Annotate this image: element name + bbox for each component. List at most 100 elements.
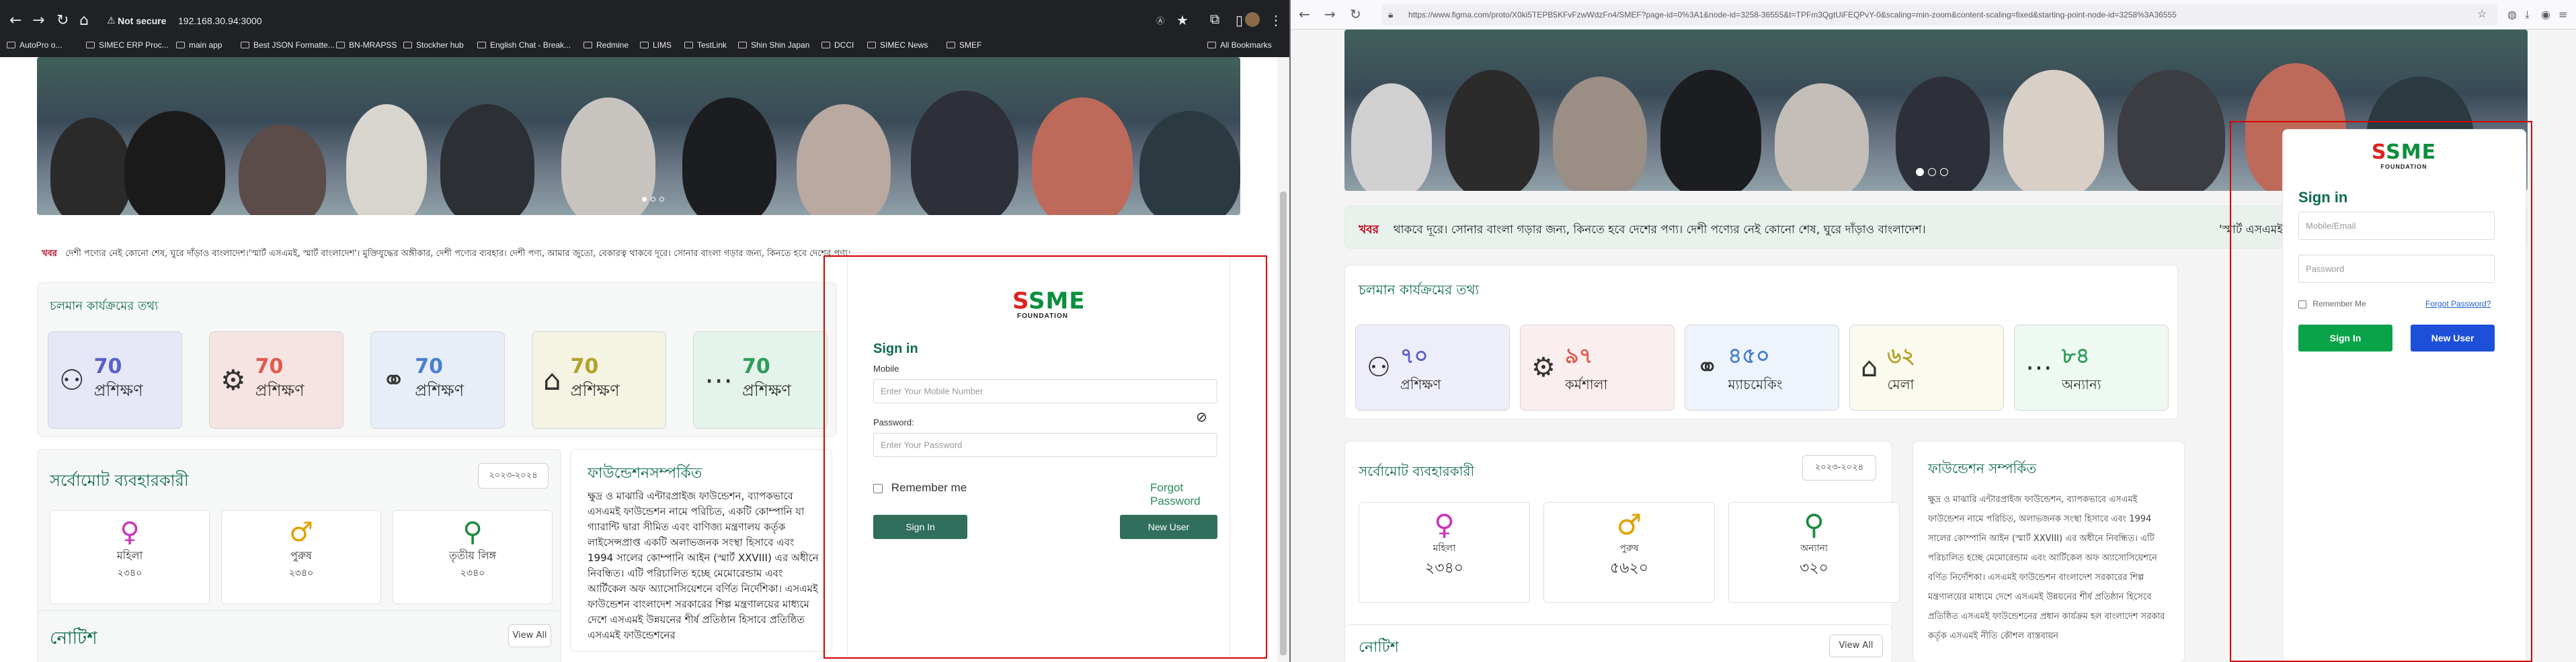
reload-icon[interactable]: ↻ — [56, 12, 69, 29]
program-tile[interactable]: ⋯ 70 প্রশিক্ষণ — [693, 331, 828, 429]
page-content: খবর থাকবে দূরে। সোনার বাংলা গড়ার জন্য, … — [1291, 30, 2576, 662]
address-url: https://www.figma.com/proto/X0ki5TEPB5KF… — [1408, 10, 2177, 19]
gender-icon: ♀ — [1434, 508, 1455, 541]
user-count: ৫৬২০ — [1609, 560, 1649, 577]
downloads-icon[interactable]: ⤓ — [2525, 8, 2530, 22]
sidepanel-icon[interactable]: ▯ — [1236, 12, 1243, 29]
year-select[interactable]: ২০২৩-২০২৪ — [1802, 455, 1876, 481]
bookmark-item[interactable]: LIMS — [640, 40, 672, 50]
tile-count: 70 — [415, 355, 443, 378]
carousel-dot[interactable] — [1928, 168, 1936, 176]
scrollbar[interactable] — [1280, 192, 1287, 655]
security-label: Not secure — [118, 15, 167, 26]
year-select[interactable]: ২০২৩-২০২৪ — [478, 463, 549, 489]
nav-row: ← → ↻ ⌂ ⚠ Not secure 192.168.30.94:3000 … — [0, 7, 1289, 31]
about-title: ফাউন্ডেশনসম্পর্কিত — [588, 465, 702, 482]
forward-icon[interactable]: → — [1324, 6, 1336, 22]
bookmark-item[interactable]: SMEF — [947, 40, 981, 50]
tile-count: ৯৭ — [1564, 342, 1593, 368]
browser-chrome: ← → ↻ ⌂ ⚠ Not secure 192.168.30.94:3000 … — [0, 0, 1289, 57]
carousel-dot[interactable] — [651, 197, 655, 202]
account-icon[interactable]: ◉ — [2541, 8, 2550, 21]
tile-label: মেলা — [1887, 376, 1915, 392]
menu-icon[interactable]: ⋮ — [1269, 12, 1283, 29]
bookmark-star-icon[interactable]: ★ — [1176, 12, 1189, 29]
ticker-label: খবর — [42, 249, 57, 259]
all-bookmarks[interactable]: All Bookmarks — [1207, 40, 1272, 50]
program-tile[interactable]: ⚭ 70 প্রশিক্ষণ — [370, 331, 505, 429]
fair-icon: ⌂ — [1861, 352, 1878, 383]
home-icon[interactable]: ⌂ — [79, 12, 89, 29]
highlight-box — [2230, 121, 2532, 662]
profile-avatar[interactable] — [1245, 12, 1260, 27]
bookmark-item[interactable]: TestLink — [684, 40, 727, 50]
tile-count: ৭০ — [1400, 342, 1428, 368]
gender-icon: ♂ — [1616, 508, 1642, 541]
bookmark-item[interactable]: English Chat - Break... — [477, 40, 571, 50]
bookmark-item[interactable]: DCCI — [821, 40, 854, 50]
program-title: চলমান কার্যক্রমের তথ্য — [1359, 282, 1480, 298]
folder-icon — [821, 42, 830, 48]
pocket-icon[interactable]: ◍ — [2507, 8, 2517, 21]
matchmaking-icon: ⚭ — [382, 364, 406, 397]
bookmark-item[interactable]: SIMEC News — [867, 40, 928, 50]
program-card: চলমান কার্যক্রমের তথ্য ⚇ 70 প্রশিক্ষণ ⚙ 70 প্… — [37, 282, 837, 437]
translate-icon[interactable]: Ⓐ — [1156, 15, 1164, 26]
lock-icon: 🔒︎ — [1388, 9, 1394, 19]
bookmark-item[interactable]: AutoPro o... — [7, 40, 62, 50]
user-count: ২৩৪০ — [460, 568, 485, 579]
menu-icon[interactable]: ≡ — [2559, 8, 2567, 21]
program-tile[interactable]: ⚙ ৯৭ কর্মশালা — [1520, 325, 1675, 411]
program-tile[interactable]: ⌂ ৬২ মেলা — [1849, 325, 2004, 411]
bookmark-star-icon[interactable]: ☆ — [2477, 7, 2487, 21]
users-title: সর্বোমোট ব্যবহারকারী — [1359, 463, 1475, 479]
workshop-icon: ⚙ — [220, 364, 246, 397]
user-label: পুরুষ — [290, 549, 312, 562]
user-label: অন্যান্য — [1800, 543, 1828, 554]
fair-icon: ⌂ — [543, 364, 561, 397]
tile-count: 70 — [93, 355, 122, 378]
about-title: ফাউন্ডেশন সম্পর্কিত — [1928, 460, 2037, 477]
program-tile[interactable]: ⋯ ৮৪ অন্যান্য — [2014, 325, 2169, 411]
address-bar[interactable]: 🔒︎ https://www.figma.com/proto/X0ki5TEPB… — [1381, 4, 2497, 26]
carousel-dot[interactable] — [1940, 168, 1948, 176]
tile-label: প্রশিক্ষণ — [255, 381, 305, 400]
bookmark-item[interactable]: Shin Shin Japan — [738, 40, 809, 50]
program-tile[interactable]: ⚭ ৪৫০ ম্যাচমেকিং — [1685, 325, 1839, 411]
bookmark-item[interactable]: main app — [176, 40, 222, 50]
ticker-text: দেশী পণ্যের নেই কোনো শেষ, ঘুরে দাঁড়াও ব… — [65, 249, 851, 259]
program-tile[interactable]: ⚙ 70 প্রশিক্ষণ — [209, 331, 344, 429]
view-all-button[interactable]: View All — [1829, 634, 1883, 657]
carousel-dot[interactable] — [1916, 168, 1924, 176]
bookmark-item[interactable]: SIMEC ERP Proc... — [86, 40, 169, 50]
back-icon[interactable]: ← — [9, 12, 22, 29]
tile-label: প্রশিক্ষণ — [742, 381, 791, 400]
gender-icon: ⚲ — [1804, 508, 1824, 541]
carousel-dot[interactable] — [642, 197, 647, 202]
program-tile[interactable]: ⚇ 70 প্রশিক্ষণ — [48, 331, 182, 429]
gender-icon: ⚲ — [462, 517, 483, 548]
bookmark-item[interactable]: Redmine — [583, 40, 629, 50]
back-icon[interactable]: ← — [1299, 6, 1310, 22]
address-bar[interactable]: ⚠ Not secure 192.168.30.94:3000 — [104, 11, 1180, 31]
program-tile[interactable]: ⌂ 70 প্রশিক্ষণ — [532, 331, 666, 429]
bookmark-item[interactable]: Stockher hub — [403, 40, 464, 50]
folder-icon — [477, 42, 486, 48]
about-card: ফাউন্ডেশন সম্পর্কিত ক্ষুদ্র ও মাঝারি এন্… — [1913, 441, 2185, 662]
program-tile[interactable]: ⚇ ৭০ প্রশিক্ষণ — [1355, 325, 1510, 411]
view-all-button[interactable]: View All — [508, 624, 551, 647]
ticker-text: থাকবে দূরে। সোনার বাংলা গড়ার জন্য, কিনত… — [1393, 223, 1926, 237]
reload-icon[interactable]: ↻ — [1350, 6, 1361, 22]
bookmark-item[interactable]: BN-MRAPSS — [336, 40, 397, 50]
extensions-icon[interactable]: ⧉ — [1210, 12, 1219, 28]
user-label: মহিলা — [1433, 543, 1456, 554]
forward-icon[interactable]: → — [32, 12, 44, 29]
tile-count: 70 — [742, 355, 770, 378]
folder-icon — [947, 42, 955, 48]
address-url: 192.168.30.94:3000 — [178, 15, 262, 26]
bookmark-item[interactable]: Best JSON Formatte... — [241, 40, 335, 50]
matchmaking-icon: ⚭ — [1696, 352, 1719, 383]
training-icon: ⚇ — [1367, 352, 1391, 383]
tile-count: ৮৪ — [2062, 342, 2090, 368]
carousel-dot[interactable] — [659, 197, 664, 202]
